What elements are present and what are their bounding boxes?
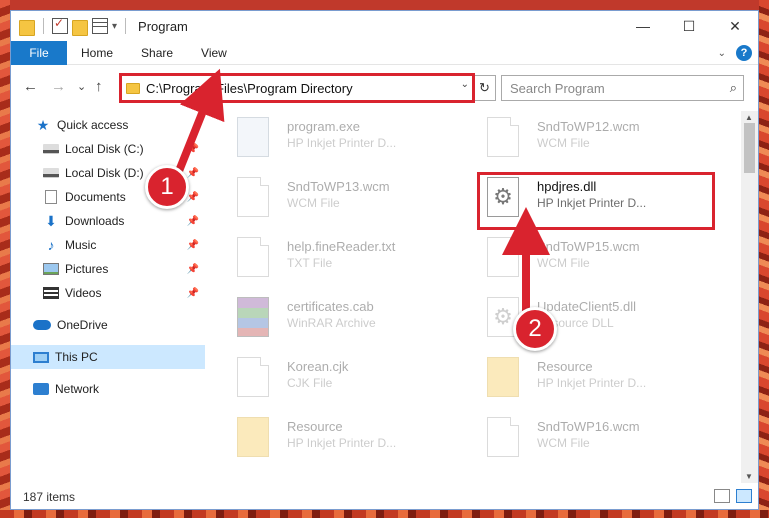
arrow-step-1 <box>175 68 225 173</box>
explorer-window: ▾ Program — ☐ ✕ File Home Share View ⌄ ?… <box>10 10 759 510</box>
background-right <box>759 0 769 518</box>
step-badge-2: 2 <box>513 307 557 351</box>
background-left <box>0 0 10 518</box>
step-badge-1: 1 <box>145 165 189 209</box>
background-bottom <box>0 510 769 518</box>
annotation-arrows <box>175 68 550 311</box>
